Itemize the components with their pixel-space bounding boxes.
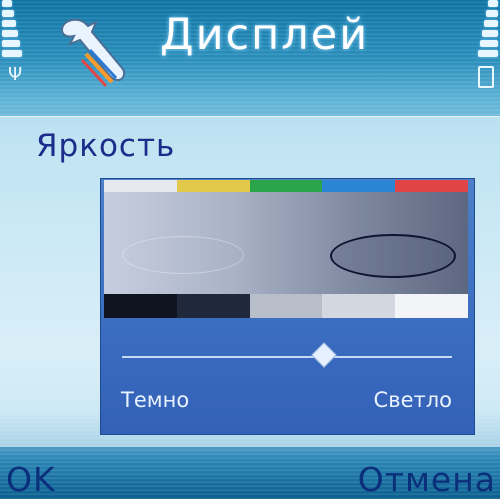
phone-screen: Ψ Дисплей Яркость Темно Светло OK Отмена	[0, 0, 500, 499]
slider-max-label: Светло	[373, 388, 452, 412]
battery-icon	[478, 66, 494, 88]
color-swatch-green	[249, 180, 323, 192]
gray-step	[249, 294, 323, 318]
color-swatch-red	[395, 180, 468, 192]
color-swatch-yellow	[176, 180, 250, 192]
color-swatch-white	[104, 180, 177, 192]
antenna-icon: Ψ	[8, 64, 23, 85]
wrench-icon	[52, 10, 132, 90]
battery-indicator	[474, 0, 500, 88]
ok-softkey[interactable]: OK	[6, 460, 56, 499]
gray-step	[395, 294, 468, 318]
gray-step	[104, 294, 177, 318]
brightness-preview	[104, 180, 468, 320]
page-title: Дисплей	[160, 10, 370, 60]
gradient-preview	[104, 192, 468, 294]
cancel-softkey[interactable]: Отмена	[358, 460, 496, 499]
gray-step	[322, 294, 396, 318]
dark-ellipse	[330, 234, 456, 278]
gray-step	[176, 294, 250, 318]
setting-label: Яркость	[36, 128, 176, 164]
gray-scale-steps	[104, 294, 468, 318]
color-test-strip	[104, 180, 468, 192]
brightness-slider-track[interactable]	[122, 356, 452, 358]
signal-indicator: Ψ	[0, 0, 26, 88]
color-swatch-blue	[322, 180, 396, 192]
light-ellipse	[122, 236, 244, 274]
slider-min-label: Темно	[121, 388, 190, 412]
